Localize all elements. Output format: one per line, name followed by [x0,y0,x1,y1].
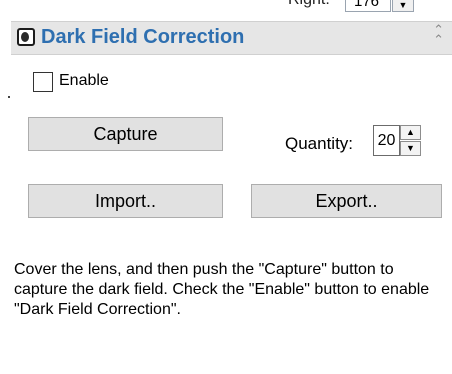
right-spinner[interactable]: ▼ [392,0,414,12]
arrow-down-icon[interactable]: ▼ [400,141,421,156]
quantity-input[interactable]: 20 [373,125,400,156]
capture-button[interactable]: Capture [28,117,223,151]
right-label: Right: [288,0,330,9]
cut-off-top-strip: Right: 176 ▼ [0,0,452,21]
quantity-label: Quantity: [285,134,354,153]
right-value-field[interactable]: 176 [345,0,391,12]
enable-label[interactable]: Enable [59,72,109,90]
dark-field-correction-panel: Dark Field Correction ⌃ ⌃ Enable Capture … [11,21,452,374]
import-button[interactable]: Import.. [28,184,223,218]
quantity-stepper[interactable]: ▲ ▼ [400,125,421,156]
export-button[interactable]: Export.. [251,184,442,218]
collapse-chevron-icon[interactable]: ⌃ ⌃ [433,23,444,46]
instructions-text: Cover the lens, and then push the "Captu… [14,261,430,318]
panel-title: Dark Field Correction [41,26,245,48]
arrow-up-icon[interactable]: ▲ [400,125,421,140]
edge-mark [8,96,10,98]
camera-lens-icon [17,28,35,46]
arrow-down-icon: ▼ [398,0,408,10]
enable-checkbox[interactable] [33,72,53,92]
panel-header[interactable]: Dark Field Correction ⌃ ⌃ [11,21,452,55]
